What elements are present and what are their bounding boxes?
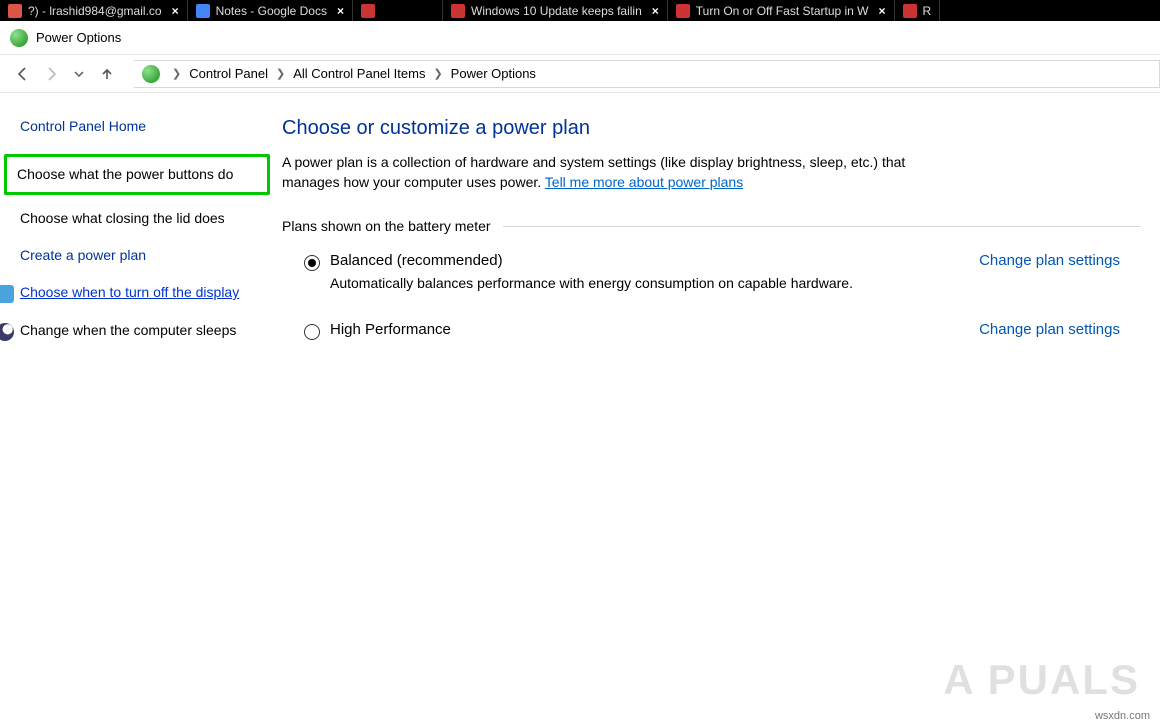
watermark-logo: A PUALS <box>943 656 1140 704</box>
power-plan-row: High Performance Change plan settings <box>282 315 1140 346</box>
browser-tab[interactable]: Notes - Google Docs × <box>188 0 353 21</box>
close-icon[interactable]: × <box>879 4 886 18</box>
section-title: Plans shown on the battery meter <box>282 218 491 234</box>
plan-name[interactable]: High Performance <box>330 321 959 338</box>
tab-label: Notes - Google Docs <box>216 4 327 18</box>
turn-off-display-link[interactable]: Choose when to turn off the display <box>20 283 239 302</box>
chevron-right-icon[interactable]: ❯ <box>168 67 185 80</box>
window-title: Power Options <box>36 30 121 45</box>
tab-favicon <box>451 4 465 18</box>
close-icon[interactable]: × <box>337 4 344 18</box>
tab-favicon <box>676 4 690 18</box>
monitor-icon <box>0 285 14 303</box>
plans-section-header: Plans shown on the battery meter <box>282 218 1140 234</box>
plan-name[interactable]: Balanced (recommended) <box>330 252 959 269</box>
browser-tab[interactable]: R <box>895 0 941 21</box>
browser-tab[interactable]: ?) - lrashid984@gmail.co × <box>0 0 188 21</box>
page-description: A power plan is a collection of hardware… <box>282 152 962 192</box>
content-area: Control Panel Home Choose what the power… <box>0 93 1160 726</box>
create-power-plan-link[interactable]: Create a power plan <box>20 246 240 265</box>
breadcrumb-item[interactable]: All Control Panel Items <box>289 62 429 85</box>
sidebar: Control Panel Home Choose what the power… <box>0 93 258 726</box>
tab-favicon <box>8 4 22 18</box>
browser-tab[interactable]: Turn On or Off Fast Startup in W × <box>668 0 895 21</box>
tab-label: Windows 10 Update keeps failin <box>471 4 642 18</box>
tab-label: Turn On or Off Fast Startup in W <box>696 4 869 18</box>
close-icon[interactable]: × <box>652 4 659 18</box>
tab-label: R <box>923 4 932 18</box>
forward-button[interactable] <box>40 63 62 85</box>
up-button[interactable] <box>96 63 118 85</box>
control-panel-home-link[interactable]: Control Panel Home <box>20 117 240 136</box>
power-plan-row: Balanced (recommended) Automatically bal… <box>282 246 1140 297</box>
recent-locations-button[interactable] <box>68 63 90 85</box>
tab-favicon <box>361 4 375 18</box>
back-button[interactable] <box>12 63 34 85</box>
window-titlebar: Power Options <box>0 21 1160 55</box>
chevron-right-icon[interactable]: ❯ <box>272 67 289 80</box>
browser-tab[interactable]: Windows 10 Update keeps failin × <box>443 0 668 21</box>
page-title: Choose or customize a power plan <box>282 117 1140 140</box>
breadcrumb-item[interactable]: Power Options <box>447 62 540 85</box>
tab-label: ?) - lrashid984@gmail.co <box>28 4 162 18</box>
moon-icon <box>0 323 14 341</box>
divider <box>503 226 1140 227</box>
main-panel: Choose or customize a power plan A power… <box>258 93 1160 726</box>
change-sleep-link[interactable]: Change when the computer sleeps <box>20 321 236 340</box>
radio-balanced[interactable] <box>304 255 320 271</box>
learn-more-link[interactable]: Tell me more about power plans <box>545 174 743 190</box>
explorer-navbar: ❯ Control Panel ❯ All Control Panel Item… <box>0 55 1160 93</box>
radio-high-performance[interactable] <box>304 324 320 340</box>
power-options-icon <box>10 29 28 47</box>
close-icon[interactable]: × <box>172 4 179 18</box>
chevron-right-icon[interactable]: ❯ <box>429 67 446 80</box>
power-options-icon <box>142 65 160 83</box>
breadcrumb-item[interactable]: Control Panel <box>185 62 272 85</box>
highlighted-selection: Choose what the power buttons do <box>4 154 270 195</box>
change-plan-settings-link[interactable]: Change plan settings <box>979 252 1120 269</box>
choose-power-buttons-link[interactable]: Choose what the power buttons do <box>17 165 257 184</box>
source-note: wsxdn.com <box>1095 710 1150 722</box>
browser-tab-strip: ?) - lrashid984@gmail.co × Notes - Googl… <box>0 0 1160 21</box>
plan-description: Automatically balances performance with … <box>330 275 959 291</box>
change-plan-settings-link[interactable]: Change plan settings <box>979 321 1120 338</box>
browser-tab[interactable] <box>353 0 443 21</box>
tab-favicon <box>196 4 210 18</box>
tab-favicon <box>903 4 917 18</box>
address-bar[interactable]: ❯ Control Panel ❯ All Control Panel Item… <box>134 60 1160 88</box>
choose-closing-lid-link[interactable]: Choose what closing the lid does <box>20 209 240 228</box>
